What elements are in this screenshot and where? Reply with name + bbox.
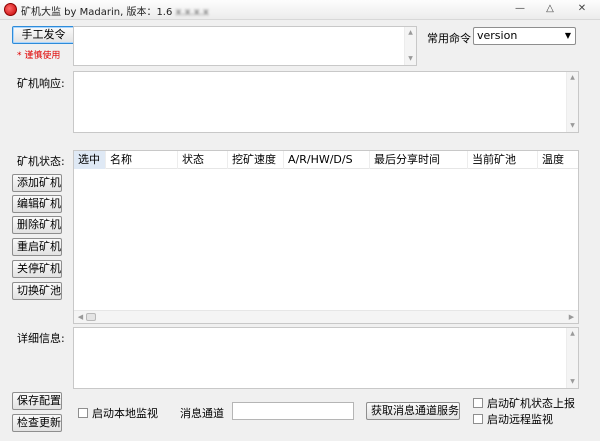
remote-monitor-checkbox[interactable]: 启动远程监视 (473, 411, 553, 427)
column-header-arhwds[interactable]: A/R/HW/D/S (284, 151, 370, 169)
column-header-temp[interactable]: 温度 (538, 151, 578, 169)
remote-monitor-label: 启动远程监视 (487, 413, 553, 426)
switch-pool-button[interactable]: 切换矿池 (12, 282, 62, 300)
manual-command-button[interactable]: 手工发令 (12, 26, 75, 44)
column-header-status[interactable]: 状态 (178, 151, 228, 169)
checkbox-icon[interactable] (473, 414, 483, 424)
warning-text: * 谨慎使用 (17, 51, 61, 61)
channel-label: 消息通道 (180, 407, 224, 420)
scroll-thumb[interactable] (86, 313, 96, 321)
response-textarea[interactable]: ▲ ▼ (73, 71, 579, 133)
column-header-name[interactable]: 名称 (106, 151, 178, 169)
window-title: 矿机大监 by Madarin, 版本：1.6 x.x.x.x (21, 3, 209, 18)
chevron-down-icon: ▼ (564, 31, 571, 40)
window-title-version: x.x.x.x (175, 7, 209, 18)
scroll-up-icon[interactable]: ▲ (567, 329, 578, 339)
command-scrollbar[interactable]: ▲ ▼ (404, 27, 416, 65)
local-monitor-label: 启动本地监视 (92, 407, 158, 420)
app-logo-icon (4, 3, 17, 16)
edit-miner-button[interactable]: 编辑矿机 (12, 195, 62, 213)
delete-miner-button[interactable]: 删除矿机 (12, 216, 62, 234)
common-command-label: 常用命令 (427, 32, 471, 45)
table-header: 选中 名称 状态 挖矿速度 A/R/HW/D/S 最后分享时间 当前矿池 温度 (74, 151, 578, 169)
response-label: 矿机响应: (17, 77, 65, 90)
restart-miner-button[interactable]: 重启矿机 (12, 238, 62, 256)
table-hscrollbar[interactable]: ◀ ▶ (74, 310, 578, 323)
details-label: 详细信息: (17, 332, 65, 345)
report-status-label: 启动矿机状态上报 (487, 397, 575, 410)
checkbox-icon[interactable] (78, 408, 88, 418)
get-channel-service-button[interactable]: 获取消息通道服务 (366, 402, 460, 420)
scroll-up-icon[interactable]: ▲ (405, 28, 416, 38)
scroll-down-icon[interactable]: ▼ (567, 377, 578, 387)
add-miner-button[interactable]: 添加矿机 (12, 174, 62, 192)
save-config-button[interactable]: 保存配置 (12, 392, 62, 410)
command-input[interactable]: ▲ ▼ (73, 26, 417, 66)
check-update-button[interactable]: 检查更新 (12, 414, 62, 432)
scroll-up-icon[interactable]: ▲ (567, 73, 578, 83)
stop-miner-button[interactable]: 关停矿机 (12, 260, 62, 278)
window-title-text: 矿机大监 by Madarin, 版本：1.6 (21, 7, 173, 18)
response-scrollbar[interactable]: ▲ ▼ (566, 72, 578, 132)
common-command-value: version (477, 29, 518, 42)
scroll-down-icon[interactable]: ▼ (405, 54, 416, 64)
scroll-left-icon[interactable]: ◀ (75, 312, 86, 322)
close-icon[interactable]: ✕ (572, 1, 592, 16)
minimize-icon[interactable]: — (510, 1, 530, 16)
column-header-last-share[interactable]: 最后分享时间 (370, 151, 468, 169)
details-textarea[interactable]: ▲ ▼ (73, 327, 579, 389)
report-status-checkbox[interactable]: 启动矿机状态上报 (473, 395, 575, 411)
local-monitor-checkbox[interactable]: 启动本地监视 (78, 405, 158, 421)
column-header-speed[interactable]: 挖矿速度 (228, 151, 284, 169)
common-command-select[interactable]: version ▼ (473, 27, 576, 45)
maximize-icon[interactable]: △ (540, 1, 560, 16)
miner-status-label: 矿机状态: (17, 155, 65, 168)
channel-input[interactable] (232, 402, 354, 420)
scroll-down-icon[interactable]: ▼ (567, 121, 578, 131)
details-scrollbar[interactable]: ▲ ▼ (566, 328, 578, 388)
column-header-pool[interactable]: 当前矿池 (468, 151, 538, 169)
scroll-right-icon[interactable]: ▶ (566, 312, 577, 322)
column-header-select[interactable]: 选中 (74, 151, 106, 169)
checkbox-icon[interactable] (473, 398, 483, 408)
title-bar: 矿机大监 by Madarin, 版本：1.6 x.x.x.x — △ ✕ (0, 0, 600, 20)
miner-table[interactable]: 选中 名称 状态 挖矿速度 A/R/HW/D/S 最后分享时间 当前矿池 温度 … (73, 150, 579, 324)
